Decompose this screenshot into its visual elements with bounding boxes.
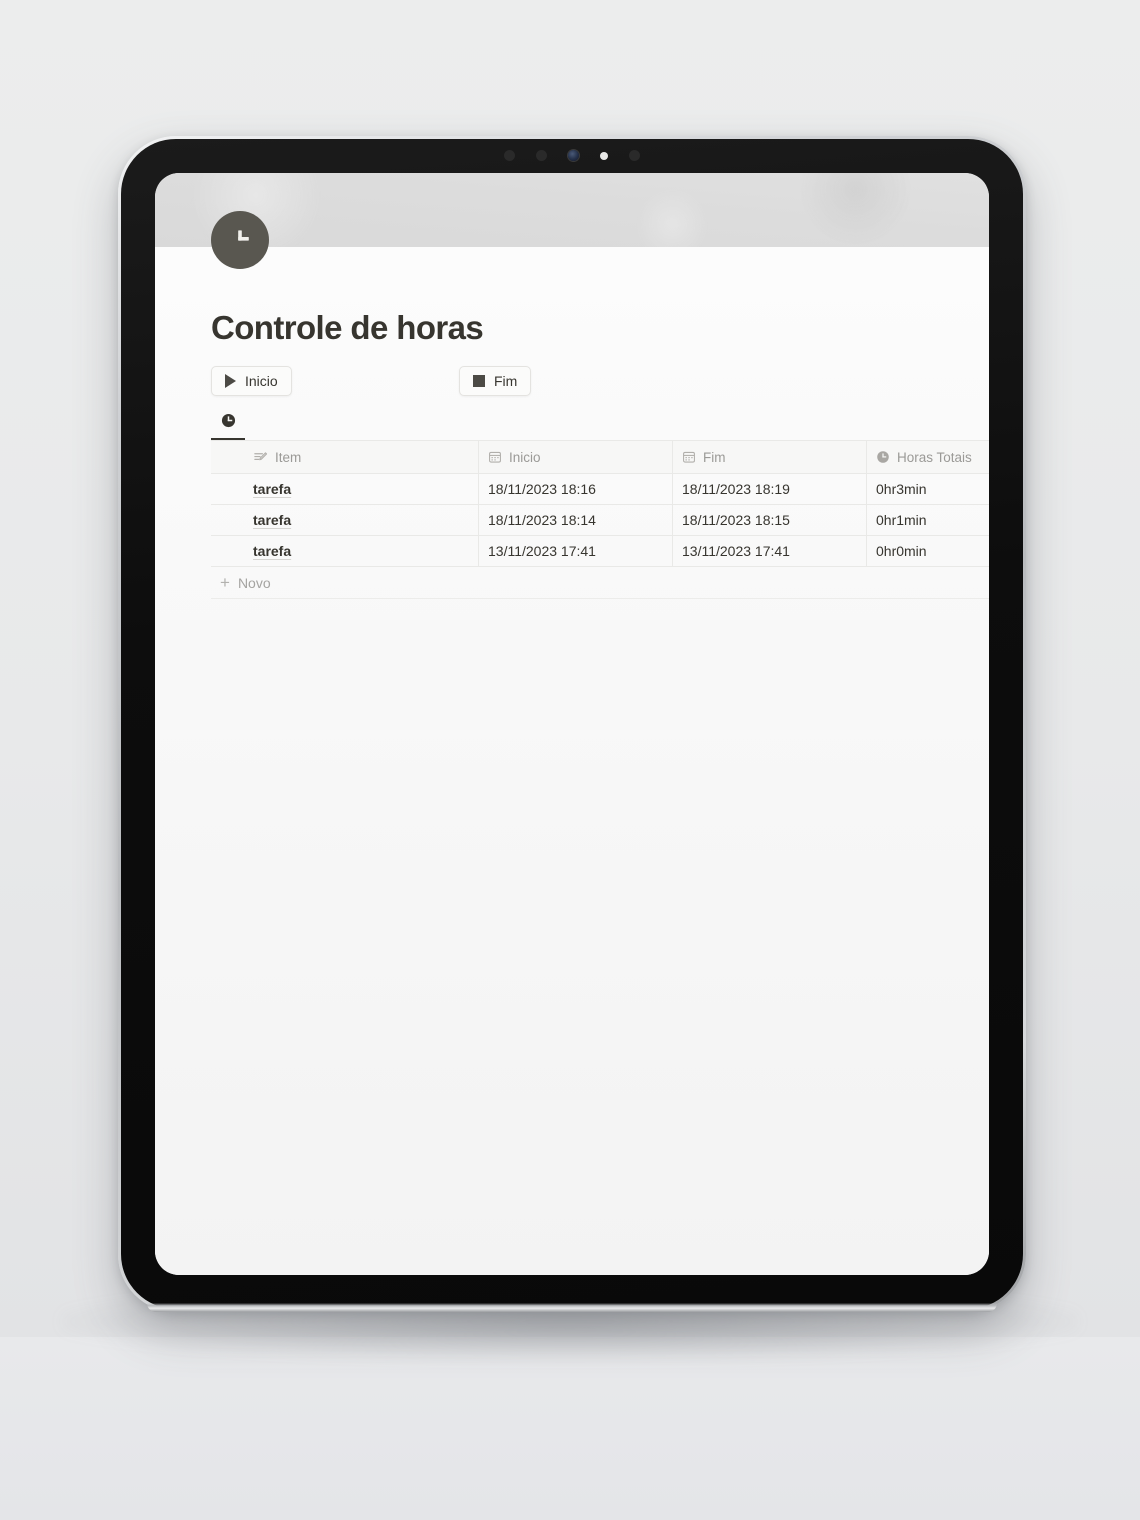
database-table: Item Inicio Fim Horas Totais tarefa 18/1…	[211, 440, 989, 599]
page-title: Controle de horas	[211, 309, 484, 346]
cell-fim[interactable]: 18/11/2023 18:15	[673, 505, 867, 536]
cell-inicio[interactable]: 18/11/2023 18:16	[479, 474, 673, 505]
action-button-row: Inicio Fim	[211, 366, 989, 396]
stop-button-label: Fim	[494, 373, 518, 389]
column-header-item-label: Item	[275, 449, 302, 465]
backdrop-lower	[0, 1337, 1140, 1520]
column-header-fim[interactable]: Fim	[673, 441, 867, 474]
camera-cluster	[504, 150, 640, 161]
tablet-bezel: Controle de horas Inicio Fim Item Inicio…	[121, 139, 1023, 1312]
database-view-tabs	[211, 411, 989, 441]
table-row[interactable]: tarefa 18/11/2023 18:16 18/11/2023 18:19…	[211, 474, 989, 505]
play-icon	[225, 374, 236, 388]
plus-icon: +	[220, 573, 230, 592]
tablet-device: Controle de horas Inicio Fim Item Inicio…	[118, 136, 1026, 1312]
add-new-row-label: Novo	[237, 574, 271, 591]
tablet-bottom-lip	[147, 1303, 997, 1312]
column-header-horas-totais-label: Horas Totais	[897, 449, 972, 465]
table-row[interactable]: tarefa 13/11/2023 17:41 13/11/2023 17:41…	[211, 536, 989, 567]
stop-button[interactable]: Fim	[459, 366, 532, 396]
cell-inicio[interactable]: 18/11/2023 18:14	[479, 505, 673, 536]
cell-horas-totais[interactable]: 0hr3min	[867, 474, 989, 505]
column-header-horas-totais[interactable]: Horas Totais	[867, 441, 989, 474]
add-new-row-button[interactable]: + Novo	[211, 567, 989, 599]
camera-sensor-icon	[504, 150, 515, 161]
calendar-icon	[488, 450, 502, 464]
stop-icon	[473, 375, 485, 387]
column-header-inicio[interactable]: Inicio	[479, 441, 673, 474]
cell-item[interactable]: tarefa	[211, 536, 479, 567]
camera-lens-icon	[568, 150, 579, 161]
camera-led-icon	[600, 151, 608, 160]
text-edit-icon	[253, 450, 268, 465]
cell-fim[interactable]: 13/11/2023 17:41	[673, 536, 867, 567]
cell-item[interactable]: tarefa	[211, 505, 479, 536]
page-content: Controle de horas Inicio Fim Item Inicio…	[155, 247, 989, 1275]
column-header-fim-label: Fim	[703, 449, 726, 465]
page-icon-clock-icon[interactable]	[211, 211, 269, 269]
cell-inicio[interactable]: 13/11/2023 17:41	[479, 536, 673, 567]
item-link[interactable]: tarefa	[253, 543, 291, 559]
item-link[interactable]: tarefa	[253, 481, 291, 497]
camera-sensor-icon	[536, 150, 547, 161]
table-header-row: Item Inicio Fim Horas Totais	[211, 441, 989, 474]
cell-item[interactable]: tarefa	[211, 474, 479, 505]
clock-icon	[876, 450, 890, 464]
camera-sensor-icon	[629, 150, 640, 161]
page-cover[interactable]	[155, 173, 989, 247]
clock-icon	[221, 413, 235, 428]
start-button-label: Inicio	[245, 373, 278, 389]
cell-horas-totais[interactable]: 0hr0min	[867, 536, 989, 567]
column-header-inicio-label: Inicio	[509, 449, 541, 465]
tab-timer-view[interactable]	[211, 411, 245, 440]
column-header-item[interactable]: Item	[211, 441, 479, 474]
cell-fim[interactable]: 18/11/2023 18:19	[673, 474, 867, 505]
cell-horas-totais[interactable]: 0hr1min	[867, 505, 989, 536]
tablet-screen: Controle de horas Inicio Fim Item Inicio…	[155, 173, 989, 1275]
calendar-icon	[682, 450, 696, 464]
item-link[interactable]: tarefa	[253, 512, 291, 528]
table-row[interactable]: tarefa 18/11/2023 18:14 18/11/2023 18:15…	[211, 505, 989, 536]
start-button[interactable]: Inicio	[211, 366, 292, 396]
